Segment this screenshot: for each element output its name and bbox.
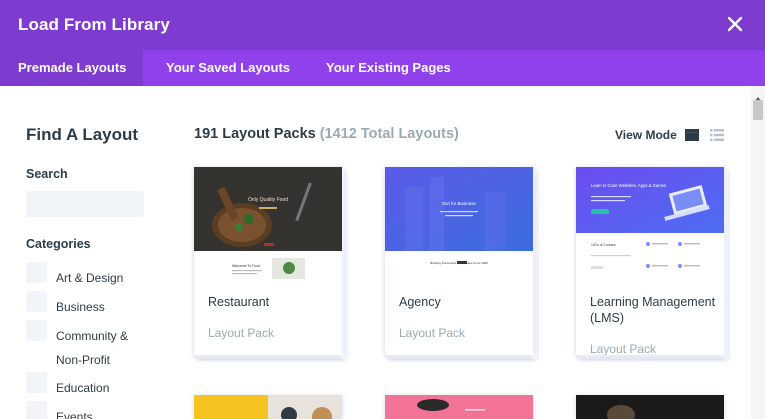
category-label: Events xyxy=(56,410,93,419)
scroll-up-arrow-icon[interactable] xyxy=(754,90,762,101)
layout-card-agency[interactable]: Divi for Business Building Successful Bu… xyxy=(385,167,537,359)
search-label: Search xyxy=(26,167,68,181)
category-label: Business xyxy=(56,300,105,314)
card-face xyxy=(385,395,533,419)
card-face xyxy=(576,395,724,419)
checkbox[interactable] xyxy=(26,291,47,312)
modal-header: Load From Library xyxy=(0,0,765,50)
layout-thumbnail xyxy=(385,395,533,419)
thumb-heading: Divi for Business xyxy=(442,201,476,206)
search-input[interactable] xyxy=(26,191,144,217)
layout-thumbnail: Learn to Code Websites, Apps & Games 100… xyxy=(576,167,724,279)
list-view-icon[interactable] xyxy=(710,128,724,142)
category-label: Art & Design xyxy=(56,271,124,285)
thumb-caption: Welcome To Food xyxy=(232,264,260,268)
layout-type: Layout Pack xyxy=(208,326,275,340)
checkbox[interactable] xyxy=(26,401,47,419)
category-label-line2: Non-Profit xyxy=(56,353,111,367)
layout-thumbnail: Only Quality Food Welcome To Food xyxy=(194,167,342,279)
thumb-heading: Only Quality Food xyxy=(248,197,288,203)
category-label: Education xyxy=(56,381,110,395)
tab-premade-layouts[interactable]: Premade Layouts xyxy=(0,50,143,86)
total-layouts: (1412 Total Layouts) xyxy=(319,126,459,142)
thumb-heading: Learn to Code Websites, Apps & Games xyxy=(591,183,666,188)
scrollbar[interactable] xyxy=(751,86,765,419)
card-face: Only Quality Food Welcome To Food Restau… xyxy=(194,167,342,355)
layout-packs-heading: 191 Layout Packs (1412 Total Layouts) xyxy=(194,126,459,142)
tab-saved-layouts[interactable]: Your Saved Layouts xyxy=(143,50,303,86)
layout-name: Learning Management (LMS) xyxy=(590,295,716,325)
checkbox[interactable] xyxy=(26,320,47,341)
checkbox[interactable] xyxy=(26,262,47,283)
thumb-caption: 100's of Courses xyxy=(591,243,616,247)
tab-existing-pages[interactable]: Your Existing Pages xyxy=(303,50,463,86)
checkbox[interactable] xyxy=(26,372,47,393)
packs-count: 191 Layout Packs xyxy=(194,126,316,142)
category-label: Community & xyxy=(56,329,129,343)
card-face xyxy=(194,395,342,419)
layout-name: Restaurant xyxy=(208,295,270,309)
layout-thumbnail xyxy=(194,395,342,419)
modal-title: Load From Library xyxy=(18,15,170,34)
layout-name: Agency xyxy=(399,295,441,309)
layout-thumbnail: Divi for Business Building Successful Bu… xyxy=(385,167,533,279)
layout-card-restaurant[interactable]: Only Quality Food Welcome To Food Restau… xyxy=(194,167,346,359)
card-face: Learn to Code Websites, Apps & Games 100… xyxy=(576,167,724,355)
sidebar-title: Find A Layout xyxy=(26,125,139,144)
grid-view-icon[interactable] xyxy=(685,128,699,142)
layout-card-row2-1[interactable] xyxy=(194,395,342,419)
layout-card-row2-2[interactable] xyxy=(385,395,533,419)
scrollbar-thumb[interactable] xyxy=(753,100,763,120)
view-mode-label: View Mode xyxy=(615,128,677,142)
layout-card-lms[interactable]: Learn to Code Websites, Apps & Games 100… xyxy=(576,167,728,359)
layout-type: Layout Pack xyxy=(399,326,466,340)
categories-label: Categories xyxy=(26,237,91,251)
layout-type: Layout Pack xyxy=(590,342,657,355)
tab-bar: Premade Layouts Your Saved Layouts Your … xyxy=(0,50,765,86)
layout-card-row2-3[interactable] xyxy=(576,395,724,419)
close-icon[interactable] xyxy=(723,12,747,36)
layout-thumbnail xyxy=(576,395,724,419)
card-face: Divi for Business Building Successful Bu… xyxy=(385,167,533,355)
